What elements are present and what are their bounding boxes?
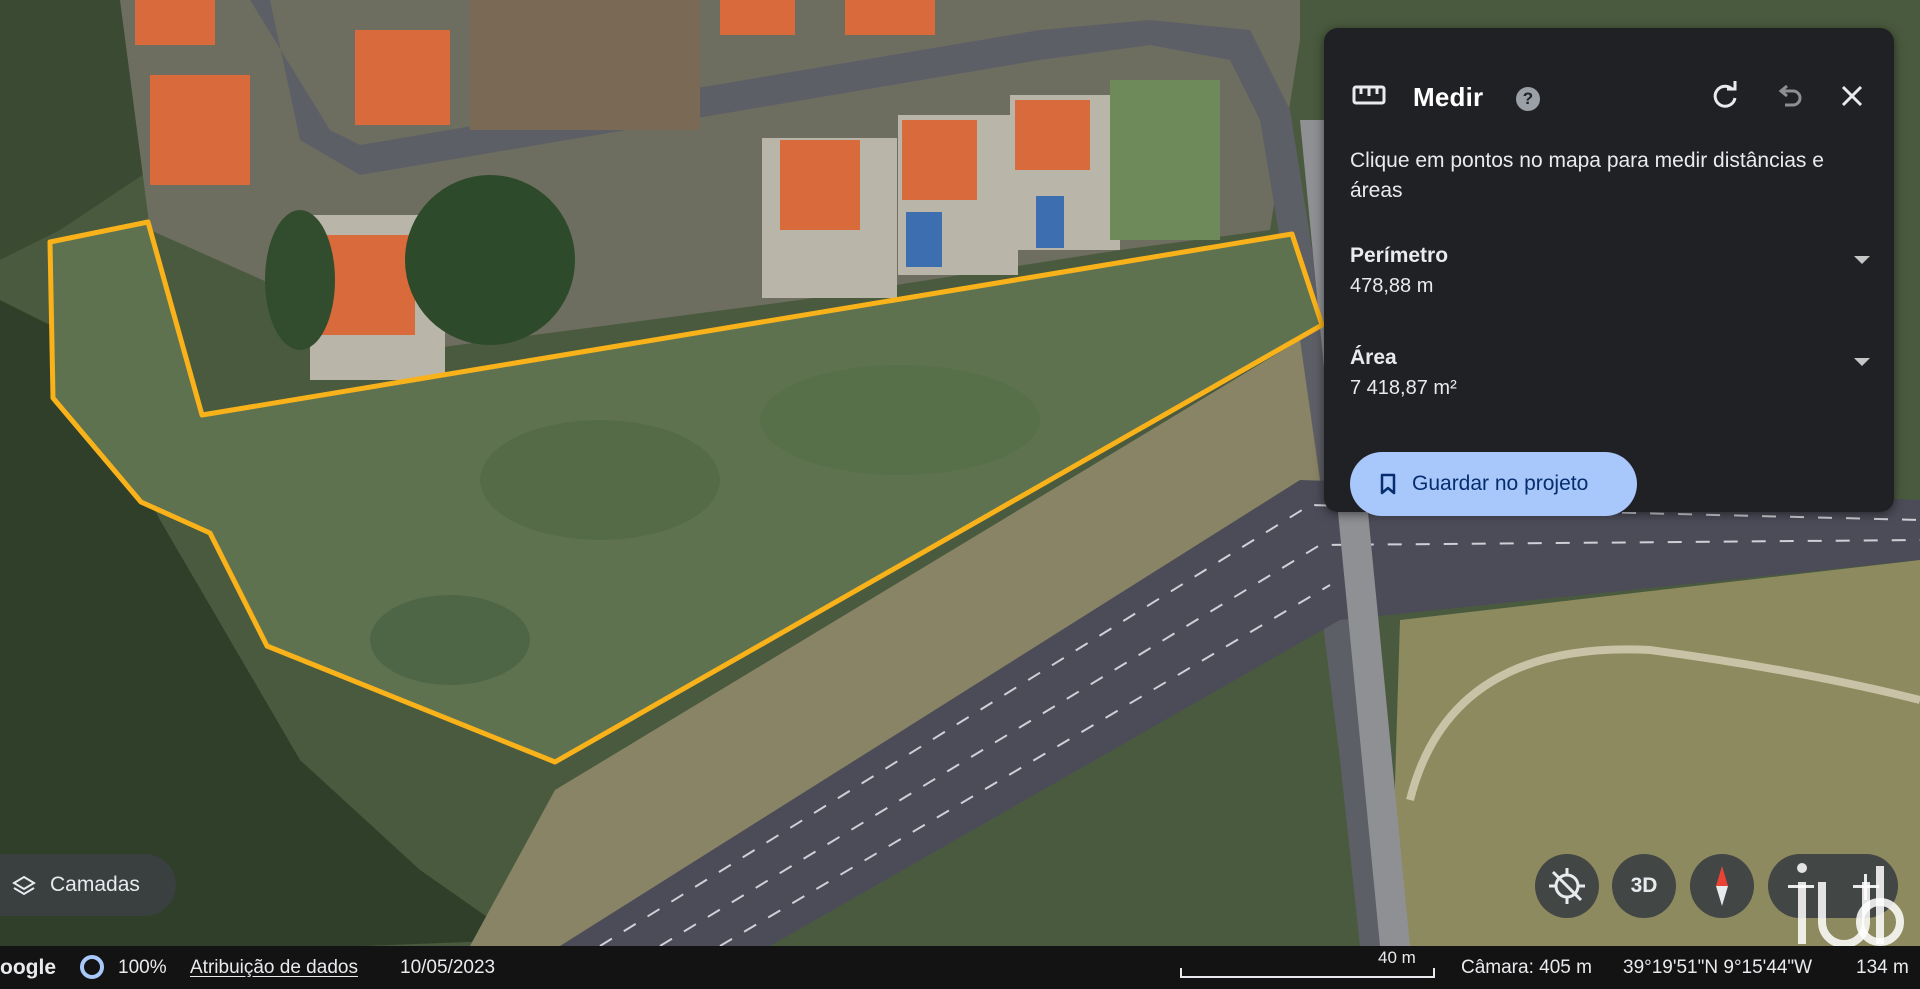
pool-1 — [906, 212, 942, 267]
undo-button[interactable] — [1771, 78, 1807, 114]
iad-logo-mark — [1797, 863, 1904, 948]
zoom-percentage: 100% — [118, 957, 167, 978]
scale-label: 40 m — [1378, 948, 1416, 967]
bookmark-icon — [1380, 473, 1396, 495]
coordinates: 39°19'51"N 9°15'44"W — [1623, 957, 1813, 978]
camera-altitude: Câmara: 405 m — [1461, 957, 1592, 978]
layers-button[interactable]: Camadas — [0, 854, 176, 916]
area-label: Área — [1350, 346, 1397, 369]
redo-icon — [1713, 81, 1737, 108]
instructions-text: Clique em pontos no mapa para medir dist… — [1350, 149, 1824, 202]
shrub-3 — [370, 595, 530, 685]
panel-header: Medir ? — [1324, 28, 1894, 118]
roof-3 — [355, 30, 450, 125]
compass-icon — [1716, 866, 1728, 906]
layers-icon — [12, 875, 36, 896]
roof-4 — [720, 0, 795, 35]
ruler-icon — [1352, 85, 1386, 105]
close-button[interactable] — [1834, 78, 1870, 114]
redo-button[interactable] — [1707, 78, 1743, 114]
close-icon — [1841, 85, 1863, 107]
area-row[interactable]: Área 7 418,87 m² — [1350, 346, 1870, 400]
view-distance: 134 m — [1856, 957, 1909, 978]
location-off-icon — [1549, 868, 1585, 904]
layers-label: Camadas — [50, 873, 140, 896]
roof-1 — [135, 0, 215, 45]
data-attribution-link[interactable]: Atribuição de dados — [190, 957, 358, 979]
my-location-button[interactable] — [1535, 854, 1599, 918]
area-value: 7 418,87 m² — [1350, 377, 1457, 399]
3d-toggle-button[interactable]: 3D — [1612, 854, 1676, 918]
lot-top — [470, 0, 700, 130]
scale-bar — [1180, 968, 1435, 978]
imagery-date: 10/05/2023 — [400, 957, 496, 978]
undo-icon — [1778, 84, 1802, 107]
perimeter-row[interactable]: Perímetro 478,88 m — [1350, 244, 1870, 298]
pool-2 — [1036, 196, 1064, 248]
roof-8 — [1015, 100, 1090, 170]
chevron-down-icon[interactable] — [1854, 358, 1870, 366]
status-bar: oogle 100% Atribuição de dados 10/05/202… — [0, 946, 1920, 989]
save-to-project-button[interactable]: Guardar no projeto — [1350, 452, 1637, 516]
shrub-2 — [760, 365, 1040, 475]
green-lot — [1110, 80, 1220, 240]
zoom-indicator-icon — [80, 955, 104, 979]
compass-button[interactable] — [1690, 854, 1754, 918]
measure-panel: Medir ? Clique em pontos no mapa para me… — [1324, 28, 1894, 516]
perimeter-value: 478,88 m — [1350, 275, 1434, 297]
roof-5 — [845, 0, 935, 35]
panel-title: Medir — [1413, 82, 1484, 112]
chevron-down-icon[interactable] — [1854, 256, 1870, 264]
help-icon[interactable]: ? — [1516, 87, 1540, 111]
3d-label: 3D — [1630, 874, 1658, 897]
shrub-1 — [480, 420, 720, 540]
tree-cluster-1 — [405, 175, 575, 345]
roof-7 — [902, 120, 977, 200]
roof-6 — [780, 140, 860, 230]
brand-logo: oogle — [0, 956, 56, 979]
save-button-label: Guardar no projeto — [1412, 472, 1589, 495]
tree-cluster-2 — [265, 210, 335, 350]
perimeter-label: Perímetro — [1350, 244, 1449, 267]
roof-2 — [150, 75, 250, 185]
